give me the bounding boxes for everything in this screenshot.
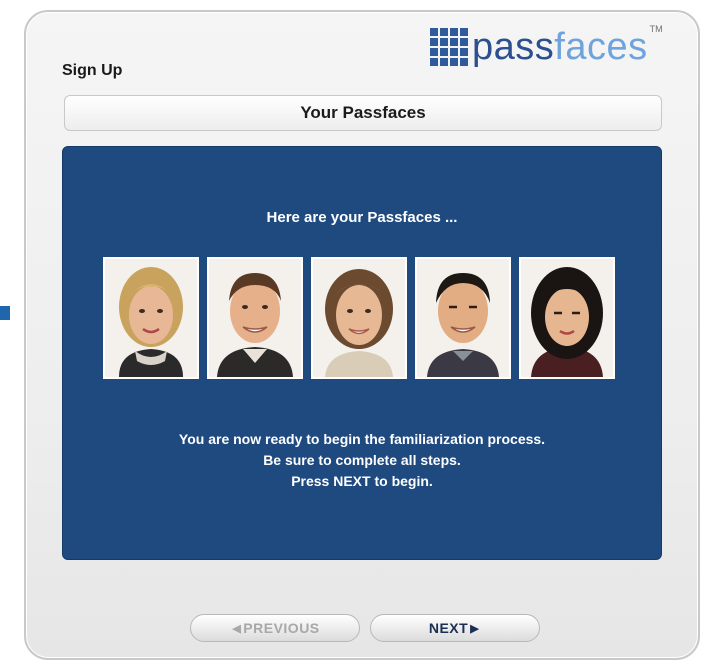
left-edge-marker <box>0 306 10 320</box>
next-arrow-icon: ▶ <box>470 622 480 635</box>
instruction-line-1: You are now ready to begin the familiari… <box>178 431 546 447</box>
previous-arrow-icon: ◀ <box>232 622 242 635</box>
page-title-bar: Your Passfaces <box>64 95 662 131</box>
face-1-blonde-woman <box>103 257 199 379</box>
face-3-woman-brown-hair <box>311 257 407 379</box>
instruction-line-3: Press NEXT to begin. <box>291 473 433 489</box>
previous-button-label: PREVIOUS <box>243 620 320 636</box>
content-heading: Here are your Passfaces ... <box>266 209 458 226</box>
face-4-asian-man <box>415 257 511 379</box>
passfaces-content-area: Here are your Passfaces ... You are now … <box>62 146 662 560</box>
face-2-man-brown-hair <box>207 257 303 379</box>
previous-button[interactable]: ◀ PREVIOUS <box>190 614 360 642</box>
next-button[interactable]: NEXT ▶ <box>370 614 540 642</box>
face-5-asian-woman <box>519 257 615 379</box>
logo-trademark: TM <box>649 24 663 34</box>
faces-row <box>103 257 615 379</box>
page-title: Your Passfaces <box>300 103 426 122</box>
instruction-line-2: Be sure to complete all steps. <box>263 452 461 468</box>
logo-grid-icon <box>430 28 468 66</box>
logo-text-pass: pass <box>472 26 555 68</box>
next-button-label: NEXT <box>428 620 469 636</box>
passfaces-logo: pass faces TM <box>430 24 663 70</box>
logo-text-faces: faces <box>554 26 648 68</box>
signup-label: Sign Up <box>62 62 123 79</box>
